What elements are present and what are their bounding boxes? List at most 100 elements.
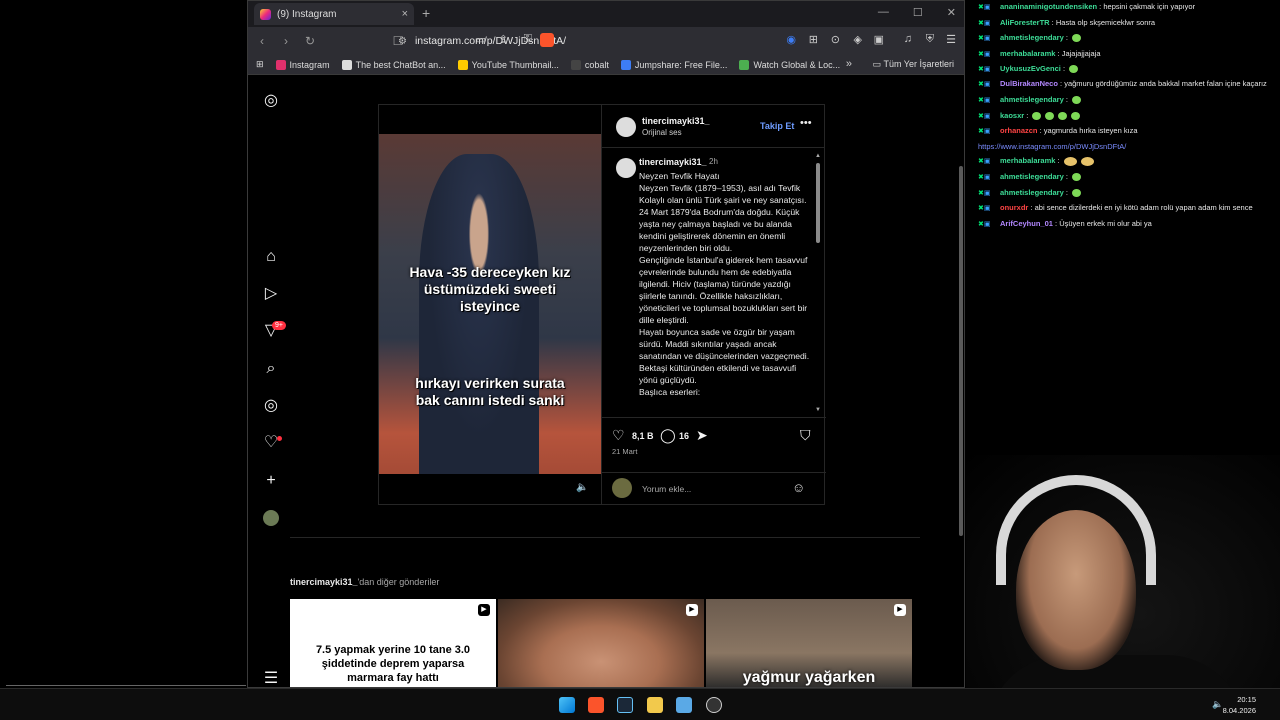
taskbar: 🔈 20:15 8.04.2026 bbox=[0, 688, 1280, 720]
like-icon[interactable]: ♡ bbox=[612, 427, 625, 444]
emoji-icon[interactable]: ☺ bbox=[792, 480, 805, 495]
profile-avatar[interactable] bbox=[263, 510, 279, 526]
share-icon[interactable]: ⇪ bbox=[499, 33, 508, 46]
jumpshare-icon bbox=[620, 59, 631, 70]
post-details-panel: tinercimayki31_ Orijinal ses Takip Et ••… bbox=[601, 105, 826, 504]
steam-icon[interactable] bbox=[617, 697, 633, 713]
all-bookmarks-folder[interactable]: ▭ Tüm Yer İşaretleri bbox=[873, 59, 954, 70]
scroll-up-arrow[interactable]: ▲ bbox=[815, 153, 821, 159]
chat-username[interactable]: merhabalaramk bbox=[1000, 49, 1055, 58]
search-icon[interactable]: ⌕ bbox=[262, 360, 280, 378]
chat-username[interactable]: orhanazcn bbox=[1000, 126, 1038, 135]
author-username[interactable]: tinercimayki31_ bbox=[642, 116, 710, 126]
page-scrollbar[interactable] bbox=[958, 156, 964, 536]
key-icon[interactable]: ⚿ bbox=[524, 33, 532, 46]
chat-username[interactable]: ArifCeyhun_01 bbox=[1000, 219, 1053, 228]
apps-icon[interactable]: ⊞ bbox=[256, 59, 264, 70]
follow-button[interactable]: Takip Et bbox=[760, 121, 794, 131]
caption-avatar[interactable] bbox=[616, 158, 636, 178]
caption-username[interactable]: tinercimayki31_ bbox=[639, 157, 707, 167]
reels-icon[interactable]: ▷ bbox=[262, 285, 280, 303]
windows-start-icon[interactable] bbox=[559, 697, 575, 713]
more-menu-icon[interactable]: ☰ bbox=[262, 670, 280, 687]
tab-close-icon[interactable]: × bbox=[402, 8, 408, 20]
scroll-down-arrow[interactable]: ▼ bbox=[815, 407, 821, 413]
menu-icon[interactable]: ☰ bbox=[946, 33, 956, 46]
bookmark-item[interactable]: The best ChatBot an... bbox=[341, 59, 446, 70]
extension-icon-3[interactable]: ⊙ bbox=[831, 33, 840, 46]
bookmark-item[interactable]: Instagram bbox=[275, 59, 330, 70]
chat-username[interactable]: ahmetislegendary bbox=[1000, 188, 1064, 197]
bookmark-item[interactable]: YouTube Thumbnail... bbox=[457, 59, 559, 70]
instagram-logo-icon[interactable]: ◎ bbox=[262, 92, 280, 110]
instagram-page: ◎ ⌂ ▷ ▽ 9+ ⌕ ◎ ♡ + ☰ Hava -35 dereceyken… bbox=[248, 76, 964, 687]
reel-video[interactable]: Hava -35 dereceyken kız üstümüzdeki swee… bbox=[379, 105, 601, 504]
bookmarks-overflow-icon[interactable]: » bbox=[846, 58, 852, 70]
system-clock[interactable]: 20:15 8.04.2026 bbox=[1223, 694, 1256, 716]
minimize-button[interactable]: — bbox=[878, 6, 889, 19]
close-window-button[interactable]: ✕ bbox=[947, 6, 956, 19]
vpn-icon[interactable]: ⛨ bbox=[926, 33, 934, 46]
extension-icon-5[interactable]: ▣ bbox=[874, 33, 884, 46]
author-avatar[interactable] bbox=[616, 117, 636, 137]
chat-emote-icon bbox=[1072, 95, 1082, 104]
bookmark-item[interactable]: Watch Global & Loc... bbox=[739, 59, 840, 70]
maximize-button[interactable]: ☐ bbox=[913, 6, 923, 19]
home-icon[interactable]: ⌂ bbox=[262, 248, 280, 266]
volume-icon[interactable]: 🔈 bbox=[1212, 699, 1223, 709]
brave-browser-icon[interactable] bbox=[588, 697, 604, 713]
tab-title: (9) Instagram bbox=[277, 8, 337, 20]
reload-icon[interactable]: ↻ bbox=[300, 34, 320, 48]
chat-username[interactable]: AliForesterTR bbox=[1000, 18, 1050, 27]
file-explorer-icon[interactable] bbox=[647, 697, 663, 713]
audio-icon[interactable]: 🔈 bbox=[576, 482, 588, 493]
chat-username[interactable]: ahmetislegendary bbox=[1000, 33, 1064, 42]
forward-icon[interactable]: › bbox=[276, 34, 296, 48]
comment-count[interactable]: 16 bbox=[679, 431, 689, 441]
watch-icon bbox=[739, 59, 750, 70]
chat-text: hepsini çakmak için yapıyor bbox=[1103, 2, 1196, 11]
site-info-icon[interactable]: ⚙ bbox=[398, 36, 407, 47]
obs-icon[interactable] bbox=[706, 697, 722, 713]
back-icon[interactable]: ‹ bbox=[252, 34, 272, 48]
create-icon[interactable]: + bbox=[262, 472, 280, 490]
chat-username[interactable]: merhabalaramk bbox=[1000, 156, 1055, 165]
chat-emote-icon bbox=[1072, 34, 1082, 43]
chat-link[interactable]: https://www.instagram.com/p/DWJjDsnDFtA/ bbox=[978, 142, 1126, 151]
extension-icon-2[interactable]: ⊞ bbox=[809, 33, 818, 46]
post-thumbnail[interactable]: ▶ bbox=[498, 599, 704, 687]
page-scroll-thumb[interactable] bbox=[959, 166, 963, 536]
chat-username[interactable]: ahmetislegendary bbox=[1000, 95, 1064, 104]
caption-scroll-thumb[interactable] bbox=[816, 163, 820, 243]
media-icon[interactable]: ♫ bbox=[904, 33, 912, 45]
tab-instagram[interactable]: (9) Instagram × bbox=[254, 3, 414, 25]
photos-icon[interactable] bbox=[676, 697, 692, 713]
chat-username[interactable]: ahmetislegendary bbox=[1000, 172, 1064, 181]
more-options-icon[interactable]: ••• bbox=[800, 117, 812, 129]
extension-icon-4[interactable]: ◈ bbox=[854, 33, 862, 46]
post-thumbnail[interactable]: ▶ yağmur yağarken bbox=[706, 599, 912, 687]
chat-username[interactable]: UykusuzEvGenci bbox=[1000, 64, 1061, 73]
extension-icon-1[interactable]: ◉ bbox=[786, 33, 796, 46]
caption-scrollbar[interactable]: ▲ ▼ bbox=[815, 153, 821, 413]
share-icon[interactable]: ➤ bbox=[696, 427, 708, 444]
chat-username[interactable]: kaosxr bbox=[1000, 111, 1024, 120]
comment-input[interactable]: Yorum ekle... bbox=[642, 484, 691, 494]
like-count[interactable]: 8,1 B bbox=[632, 431, 654, 441]
chat-message: ✖▣ orhanazcn : yagmurda hırka isteyen kız… bbox=[972, 124, 1280, 140]
bookmarks-bar: ⊞ Instagram The best ChatBot an... YouTu… bbox=[248, 55, 964, 75]
chat-username[interactable]: DulBirakanNeco bbox=[1000, 79, 1058, 88]
post-modal: Hava -35 dereceyken kız üstümüzdeki swee… bbox=[378, 104, 826, 505]
audio-label[interactable]: Orijinal ses bbox=[642, 128, 682, 137]
new-tab-button[interactable]: + bbox=[422, 5, 430, 21]
bookmark-item[interactable]: cobalt bbox=[570, 59, 609, 70]
post-thumbnail[interactable]: ▶ 7.5 yapmak yerine 10 tane 3.0 şiddetin… bbox=[290, 599, 496, 687]
cast-icon[interactable]: ▭ bbox=[476, 33, 486, 46]
brave-shield-icon[interactable] bbox=[540, 33, 554, 47]
comment-icon[interactable]: ◯ bbox=[660, 427, 676, 444]
save-icon[interactable]: ⛉ bbox=[800, 427, 811, 444]
chat-username[interactable]: onurxdr bbox=[1000, 203, 1028, 212]
chat-username[interactable]: ananinaminigotundensiken bbox=[1000, 2, 1097, 11]
explore-icon[interactable]: ◎ bbox=[262, 397, 280, 415]
bookmark-item[interactable]: Jumpshare: Free File... bbox=[620, 59, 727, 70]
